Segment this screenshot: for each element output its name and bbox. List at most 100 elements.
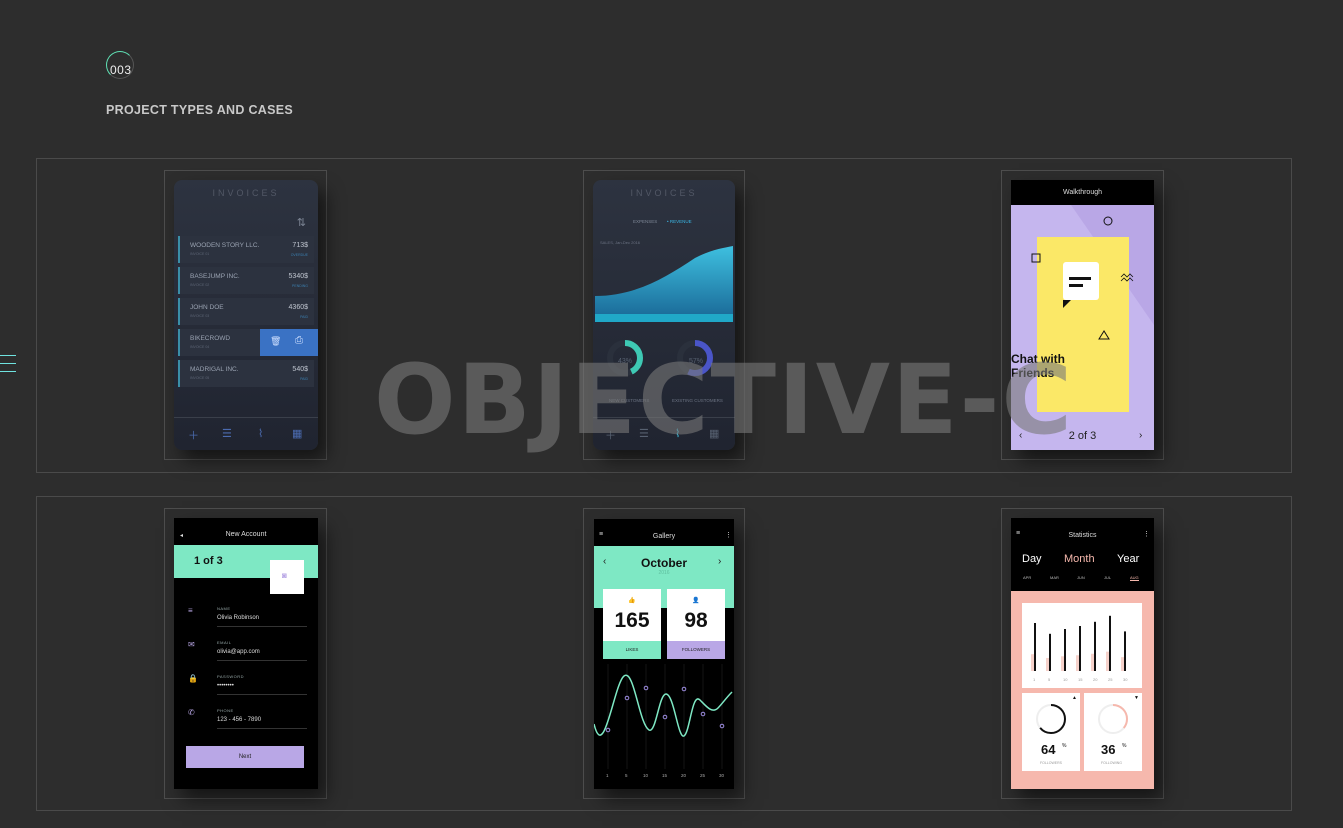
activity-line [594, 674, 733, 737]
menu-icon[interactable]: ≡ [599, 531, 603, 538]
period-month[interactable]: Month [1064, 553, 1095, 565]
invoice-amount: 713$ [292, 242, 308, 249]
period-year[interactable]: Year [1117, 553, 1139, 565]
followers-count: 98 [684, 609, 708, 632]
invoices-screen: INVOICES ⇅ WOODEN STORY LLC. INVOICE 01 … [174, 180, 318, 450]
percent-sign: % [1122, 743, 1127, 749]
month-label[interactable]: JUL [1104, 575, 1111, 580]
invoice-row[interactable]: JOHN DOE INVOICE 03 4360$ PAID [178, 298, 314, 325]
side-menu-icon[interactable] [0, 355, 16, 387]
invoice-status: PAID [300, 315, 308, 319]
followers-ring [1036, 704, 1066, 734]
bar-shadow [1061, 656, 1064, 671]
x-axis-labels: 1 5 10 15 20 25 30 [594, 773, 734, 783]
bar-label: 5 [1048, 677, 1051, 682]
following-label: FOLLOWING [1101, 761, 1123, 765]
more-icon[interactable]: ⋮ [725, 531, 732, 539]
invoice-status: OVERDUE [290, 253, 308, 257]
photo-placeholder[interactable]: ◙ [270, 560, 304, 594]
tick-label: 1 [606, 773, 609, 778]
lock-icon: 🔒 [188, 674, 198, 683]
following-stat-card: ▼ 36 % FOLLOWING [1084, 693, 1142, 771]
followers-label: FOLLOWERS [1040, 761, 1062, 765]
bar [1124, 631, 1126, 671]
month-label[interactable]: APR [1023, 575, 1031, 580]
followers-card: 👤 98 FOLLOWERS [667, 589, 725, 659]
back-icon[interactable]: ◂ [180, 532, 183, 539]
month-label[interactable]: MAR [1050, 575, 1059, 580]
followers-percent: 64 [1041, 742, 1056, 757]
swipe-actions: 🗑 ⎙ [260, 329, 318, 356]
email-field[interactable]: olivia@app.com [217, 649, 260, 655]
next-arrow[interactable]: › [1139, 430, 1142, 441]
bar-shadow [1091, 653, 1094, 671]
invoice-status: PENDING [292, 284, 308, 288]
likes-count: 165 [614, 609, 650, 632]
section-number: 003 [110, 63, 132, 77]
plus-icon[interactable]: ＋ [188, 427, 199, 443]
tick-label: 15 [662, 773, 668, 778]
phone-field[interactable]: 123 - 456 - 7890 [217, 717, 261, 723]
followers-stat-card: ▲ 64 % FOLLOWERS [1022, 693, 1080, 771]
section-title: PROJECT TYPES AND CASES [106, 103, 294, 117]
chat-bubble-icon [1063, 262, 1099, 300]
field-label: EMAIL [217, 640, 232, 645]
more-icon[interactable]: ⋮ [1143, 530, 1150, 538]
gallery-screen: Gallery ≡ ⋮ ‹ October 2016 › 👍 165 LIKES… [594, 519, 734, 789]
tab-revenue[interactable]: • REVENUE [667, 219, 692, 224]
circle-shape [1103, 216, 1113, 226]
bar-shadow [1121, 657, 1124, 671]
sort-icon[interactable]: ⇅ [297, 216, 306, 229]
screen-title: INVOICES [630, 188, 698, 198]
screen-title: New Account [174, 518, 318, 545]
invoice-sub: INVOICE 02 [190, 283, 210, 287]
bar [1094, 621, 1096, 671]
next-button[interactable]: Next [186, 746, 304, 768]
activity-line-chart [594, 664, 733, 769]
menu-icon[interactable]: ≡ [1016, 530, 1020, 537]
invoice-row-swiped[interactable]: BIKECROWD INVOICE 04 🗑 ⎙ [178, 329, 318, 356]
bar-label: 20 [1093, 677, 1098, 682]
invoice-name: JOHN DOE [190, 304, 224, 311]
tick-label: 10 [643, 773, 649, 778]
period-day[interactable]: Day [1022, 553, 1042, 565]
bar-shadow [1076, 655, 1079, 671]
calendar-icon[interactable]: ▦ [292, 427, 302, 440]
bar-label: 15 [1078, 677, 1083, 682]
bar [1034, 623, 1036, 671]
field-label: PHONE [217, 708, 234, 713]
name-field[interactable]: Olivia Robinson [217, 615, 259, 621]
invoice-sub: INVOICE 01 [190, 252, 210, 256]
triangle-down-icon: ▼ [1134, 695, 1139, 701]
invoice-name: BIKECROWD [190, 335, 231, 342]
invoice-sub: INVOICE 05 [190, 376, 210, 380]
likes-card: 👍 165 LIKES [603, 589, 661, 659]
user-icon: ≡ [188, 606, 193, 615]
invoice-amount: 540$ [292, 366, 308, 373]
month-label[interactable]: JUN [1077, 575, 1085, 580]
field-label: NAME [217, 606, 231, 611]
next-month-icon[interactable]: › [718, 556, 721, 567]
bar [1109, 615, 1111, 671]
trash-icon[interactable]: 🗑 [270, 336, 281, 347]
invoice-row[interactable]: WOODEN STORY LLC. INVOICE 01 713$ OVERDU… [178, 236, 314, 263]
month-label-active[interactable]: AUG [1130, 575, 1139, 581]
invoice-name: WOODEN STORY LLC. [190, 242, 260, 249]
invoice-row[interactable]: MADRIGAL INC. INVOICE 05 540$ PAID [178, 360, 314, 387]
phone-icon: ✆ [188, 708, 195, 717]
revenue-area-chart [595, 246, 733, 322]
invoice-row[interactable]: BASEJUMP INC. INVOICE 02 5340$ PENDING [178, 267, 314, 294]
tick-label: 5 [625, 773, 628, 778]
list-icon[interactable]: ☰ [222, 427, 232, 440]
bar-shadow [1031, 654, 1034, 671]
tick-label: 30 [719, 773, 725, 778]
screen-title: Statistics [1011, 518, 1154, 545]
tab-expenses[interactable]: EXPENSES [633, 219, 657, 224]
printer-icon[interactable]: ⎙ [295, 335, 303, 346]
password-field[interactable]: •••••••• [217, 683, 234, 689]
user-icon: 👤 [692, 598, 700, 604]
statistics-screen: Statistics ≡ ⋮ Day Month Year APR MAR JU… [1011, 518, 1154, 789]
chart-icon[interactable]: ⌇ [258, 427, 263, 440]
bottom-nav: ＋ ☰ ⌇ ▦ [174, 417, 318, 450]
invoice-name: BASEJUMP INC. [190, 273, 240, 280]
